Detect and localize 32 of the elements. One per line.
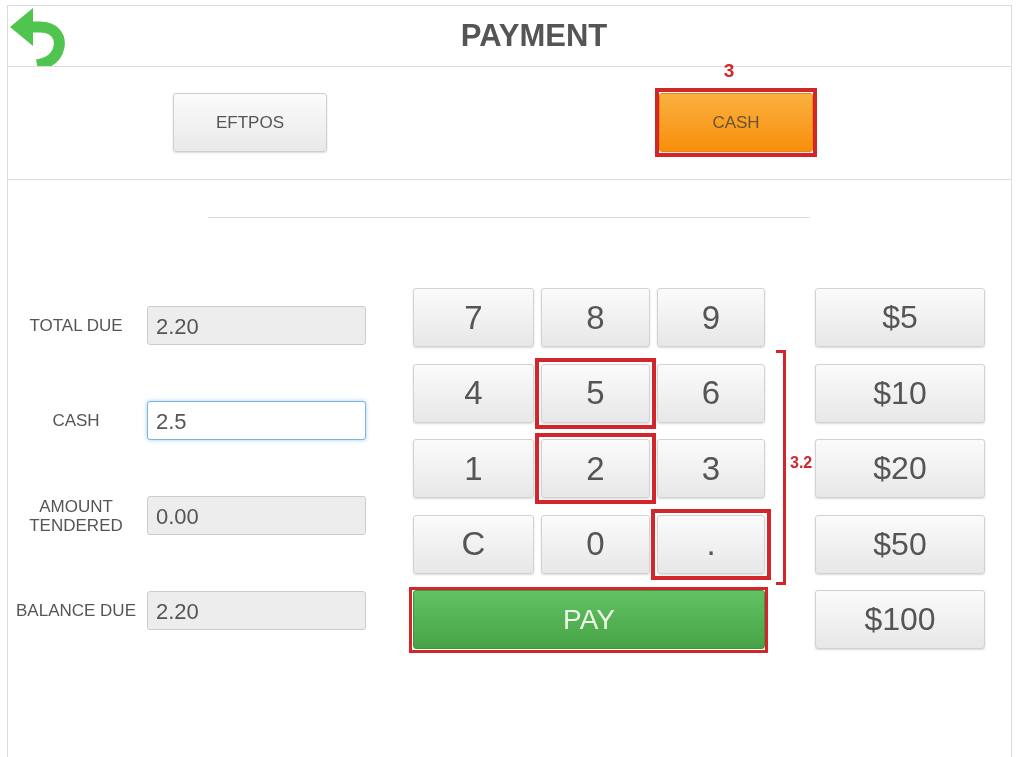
- payment-method-tab[interactable]: CASH: [659, 93, 813, 152]
- keypad-key[interactable]: 1: [413, 439, 534, 498]
- amount-field[interactable]: 2.20: [147, 306, 366, 345]
- keypad-key[interactable]: 5: [541, 363, 650, 423]
- amount-field[interactable]: 2.20: [147, 591, 366, 630]
- field-label: CASH: [51, 411, 101, 430]
- quick-amount-button[interactable]: $5: [815, 288, 985, 347]
- keypad-key[interactable]: .: [657, 514, 765, 574]
- back-button[interactable]: [9, 8, 67, 66]
- quick-amount-button[interactable]: $10: [815, 363, 985, 423]
- keypad-key[interactable]: 9: [657, 288, 765, 347]
- annotation-label: 3.2: [790, 453, 813, 472]
- undo-arrow-icon: [9, 8, 67, 66]
- keypad-key[interactable]: 6: [657, 363, 765, 423]
- amount-field[interactable]: 2.5: [147, 401, 366, 440]
- keypad-key[interactable]: 3: [657, 439, 765, 498]
- field-label: AMOUNT TENDERED: [28, 496, 124, 535]
- quick-amount-button[interactable]: $20: [815, 439, 985, 498]
- keypad-key[interactable]: 4: [413, 363, 534, 423]
- amount-field[interactable]: 0.00: [147, 496, 366, 535]
- keypad-key[interactable]: 2: [541, 439, 650, 498]
- keypad-key[interactable]: 0: [541, 514, 650, 574]
- field-label: BALANCE DUE: [15, 601, 137, 620]
- keypad-key[interactable]: 8: [541, 288, 650, 347]
- annotation-label: 3: [723, 62, 735, 80]
- keypad-key[interactable]: 7: [413, 288, 534, 347]
- page-title: PAYMENT: [459, 18, 609, 54]
- payment-method-tab[interactable]: EFTPOS: [173, 93, 327, 152]
- quick-amount-button[interactable]: $50: [815, 514, 985, 574]
- field-label: TOTAL DUE: [28, 316, 124, 335]
- keypad-key[interactable]: C: [413, 514, 534, 574]
- quick-amount-button[interactable]: $100: [815, 590, 985, 649]
